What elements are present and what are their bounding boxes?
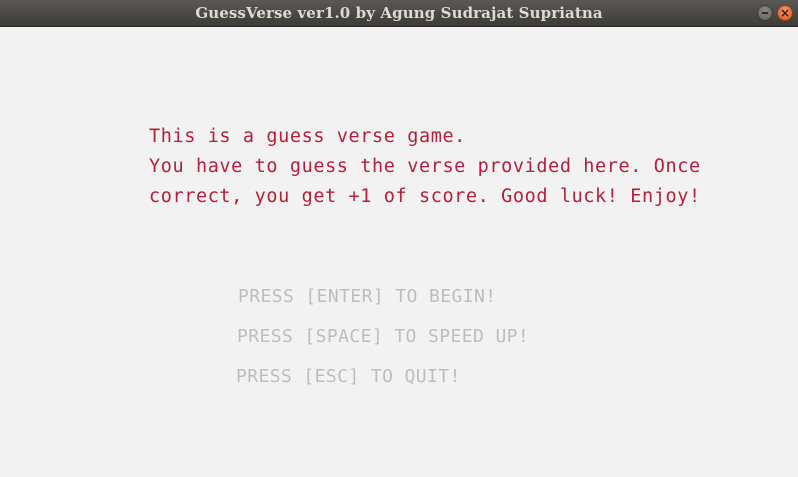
title-bar[interactable]: GuessVerse ver1.0 by Agung Sudrajat Supr… <box>0 0 798 27</box>
game-window: GuessVerse ver1.0 by Agung Sudrajat Supr… <box>0 0 798 477</box>
close-glyph: × <box>779 6 791 20</box>
intro-line-1: This is a guess verse game. <box>149 126 466 147</box>
window-title: GuessVerse ver1.0 by Agung Sudrajat Supr… <box>195 4 603 22</box>
minimize-icon[interactable] <box>757 5 773 21</box>
prompt-esc: PRESS [ESC] TO QUIT! <box>236 366 461 387</box>
close-icon[interactable]: × <box>777 5 793 21</box>
intro-line-3: correct, you get +1 of score. Good luck!… <box>149 186 701 207</box>
intro-line-2: You have to guess the verse provided her… <box>149 156 701 177</box>
prompt-space: PRESS [SPACE] TO SPEED UP! <box>237 326 530 347</box>
prompt-enter: PRESS [ENTER] TO BEGIN! <box>238 286 497 307</box>
game-canvas: This is a guess verse game. You have to … <box>0 27 798 477</box>
